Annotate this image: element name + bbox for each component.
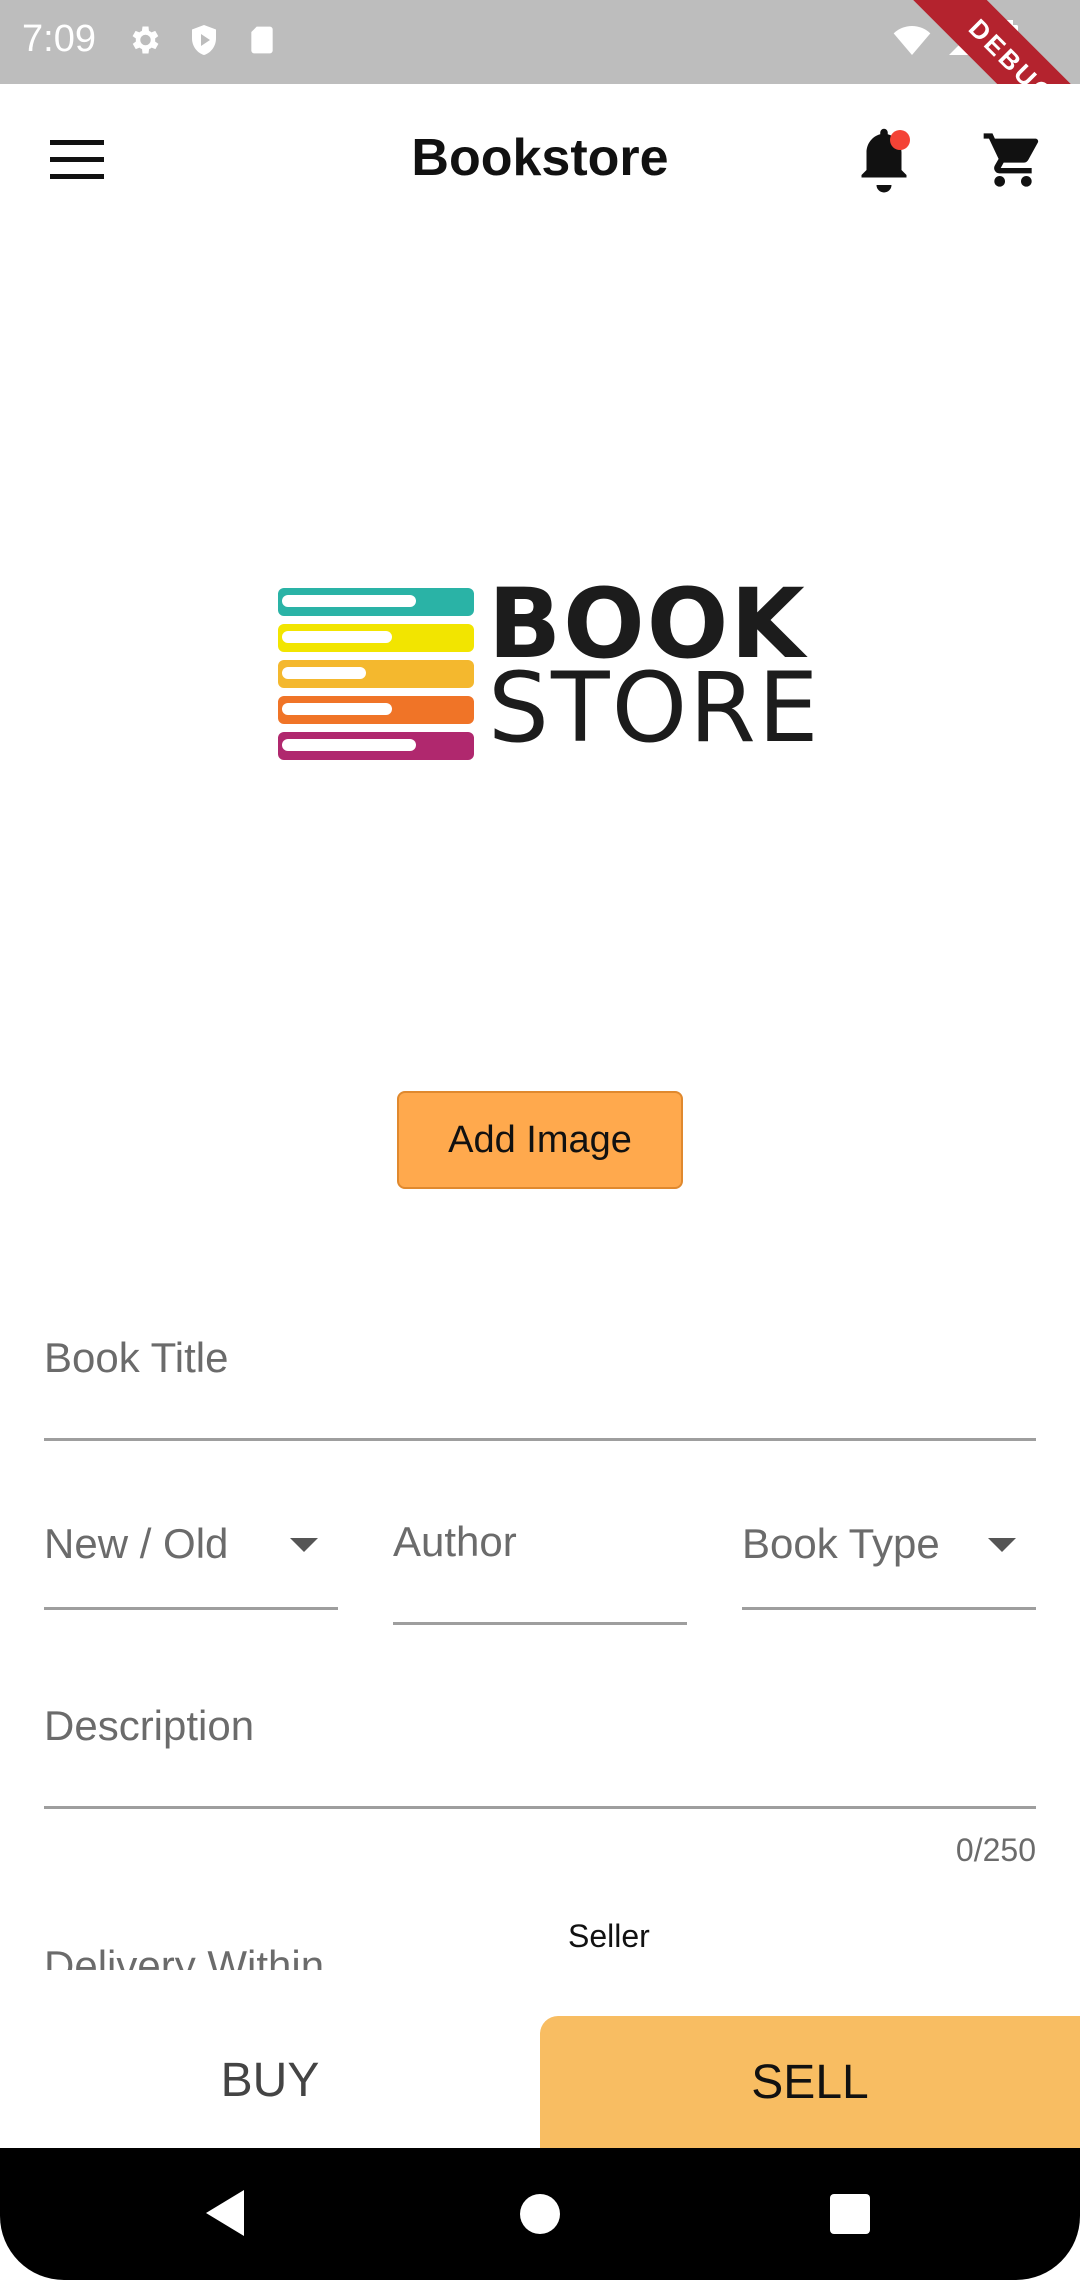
wifi-icon (893, 26, 931, 55)
tab-buy[interactable]: BUY (0, 2012, 540, 2148)
notification-badge (890, 130, 910, 150)
add-image-button[interactable]: Add Image (397, 1091, 683, 1189)
seller-label: Seller (568, 1918, 650, 1954)
condition-label: New / Old (44, 1520, 229, 1567)
back-icon[interactable] (204, 2188, 246, 2238)
description-label: Description (44, 1702, 255, 1749)
tab-sell[interactable]: SELL (540, 2016, 1080, 2148)
chevron-down-icon (290, 1538, 318, 1552)
recents-icon[interactable] (830, 2194, 870, 2234)
author-label: Author (393, 1518, 517, 1565)
book-type-dropdown[interactable]: Book Type (742, 1508, 1036, 1610)
home-icon[interactable] (520, 2194, 560, 2234)
bookstore-logo: BOOK STORE (278, 576, 819, 768)
book-title-field[interactable]: Book Title (44, 1320, 1036, 1441)
description-char-counter: 0/250 (955, 1832, 1036, 1868)
chevron-down-icon (988, 1538, 1016, 1552)
author-field[interactable]: Author (393, 1508, 687, 1625)
status-bar: 7:09 DEBUG (0, 0, 1080, 84)
logo-line-store: STORE (488, 652, 821, 764)
gear-icon (132, 26, 159, 54)
buy-sell-tabs: BUY SELL (0, 2012, 1080, 2148)
status-time: 7:09 (22, 18, 96, 60)
description-field[interactable]: Description (44, 1690, 1036, 1809)
app-bar: Bookstore (0, 84, 1080, 238)
book-stack-logo-icon (278, 588, 474, 760)
logo-text: BOOK STORE (488, 576, 821, 764)
page-title: Bookstore (411, 129, 669, 187)
delivery-within-field[interactable]: Delivery Within (44, 1940, 544, 1970)
condition-dropdown[interactable]: New / Old (44, 1508, 338, 1610)
shield-icon (192, 25, 216, 55)
status-icons-left (126, 22, 278, 58)
shopping-cart-icon[interactable] (980, 128, 1046, 192)
system-nav-bar (0, 2148, 1080, 2280)
book-title-label: Book Title (44, 1334, 229, 1381)
book-type-label: Book Type (742, 1520, 940, 1567)
delivery-within-label: Delivery Within (44, 1942, 325, 1970)
sd-card-icon (251, 26, 273, 54)
